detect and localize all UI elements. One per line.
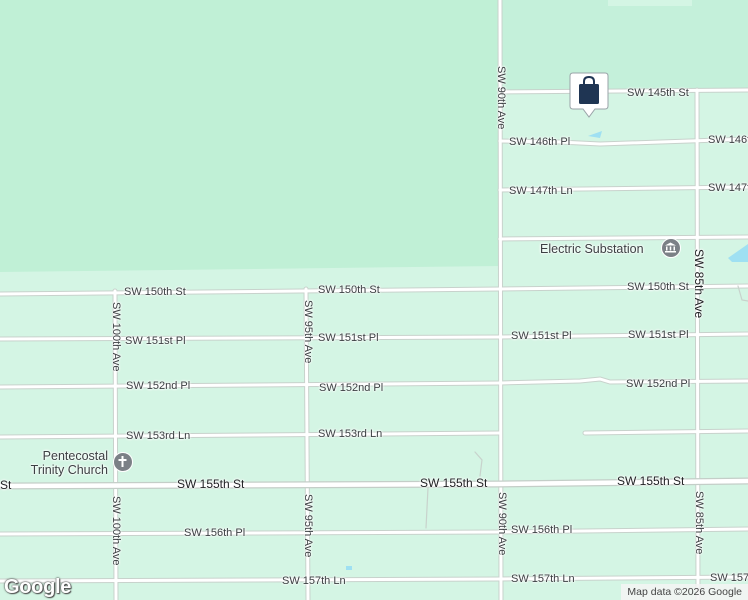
street-label-sw-146th-pl: SW 146th Pl [509,136,571,148]
park-area [0,0,500,272]
street-label-sw-151st-pl-east: SW 151st Pl [511,330,572,342]
street-label-sw-151st-pl-mid: SW 151st Pl [318,332,379,344]
street-label-sw-150th-st-west: SW 150th St [124,286,186,298]
street-label-sw-85th-ave-south: SW 85th Ave [693,491,705,555]
street-label-sw-156th-pl-east: SW 156th Pl [511,524,573,536]
church-cross-icon[interactable] [113,452,133,472]
poi-label-church[interactable]: Pentecostal Trinity Church [22,449,108,477]
street-label-sw-100th-ave-south: SW 100th Ave [110,496,122,566]
street-label-sw-153rd-ln-west: SW 153rd Ln [126,430,191,442]
street-label-sw-85th-ave-north: SW 85th Ave [692,249,706,319]
street-label-sw-151st-pl-west: SW 151st Pl [125,335,186,347]
street-label-sw-151st-pl-far-east: SW 151st Pl [628,329,689,341]
street-label-sw-153rd-ln-mid: SW 153rd Ln [318,428,383,440]
park-area-north [500,0,748,92]
street-label-sw-157th-ln-east: SW 157th Ln [511,573,575,585]
street-label-sw-95th-ave-north: SW 95th Ave [302,300,314,364]
street-label-sw-150th-st-east: SW 150th St [627,281,689,293]
street-label-sw-90th-ave-north: SW 90th Ave [495,66,507,130]
government-building-icon[interactable] [661,238,681,258]
street-label-sw-155th-st-east: SW 155th St [617,474,685,488]
street-label-sw-147th-ln: SW 147th Ln [509,185,573,197]
street-label-sw-150th-st-mid: SW 150th St [318,284,380,296]
location-marker[interactable] [569,72,609,118]
map-attribution[interactable]: Map data ©2026 Google [621,584,748,600]
street-label-sw-152nd-pl-mid: SW 152nd Pl [319,382,384,394]
street-label-sw-100th-ave-north: SW 100th Ave [110,302,122,372]
street-label-sw-95th-ave-south: SW 95th Ave [302,494,314,558]
poi-label-electric-substation[interactable]: Electric Substation [540,242,644,256]
street-label-sw-157th-ln-mid: SW 157th Ln [282,575,346,587]
street-label-sw-145th-st: SW 145th St [627,87,689,99]
street-label-sw-157th-ln-far-east: SW 157 [710,572,748,584]
google-logo[interactable]: Google [4,576,71,599]
street-label-sw-155th-st-mid: SW 155th St [420,476,488,490]
street-label-sw-152nd-pl-east: SW 152nd Pl [626,378,691,390]
poi-label-church-line2: Trinity Church [30,463,108,477]
poi-label-church-line1: Pentecostal [42,449,108,463]
street-label-sw-152nd-pl-west: SW 152nd Pl [126,380,191,392]
water-pond-3 [346,566,352,570]
street-label-sw-147th-ln-east: SW 147th [708,182,748,194]
street-label-sw-155th-st-west: SW 155th St [177,477,245,491]
street-label-sw-90th-ave-south: SW 90th Ave [496,492,508,556]
street-label-sw-156th-pl-west: SW 156th Pl [184,527,246,539]
map-canvas[interactable]: SW 145th St SW 146th Pl SW 146th SW 147t… [0,0,748,600]
street-label-sw-146th-pl-east: SW 146th [708,134,748,146]
street-label-sw-155th-st-edge: St [0,478,12,492]
